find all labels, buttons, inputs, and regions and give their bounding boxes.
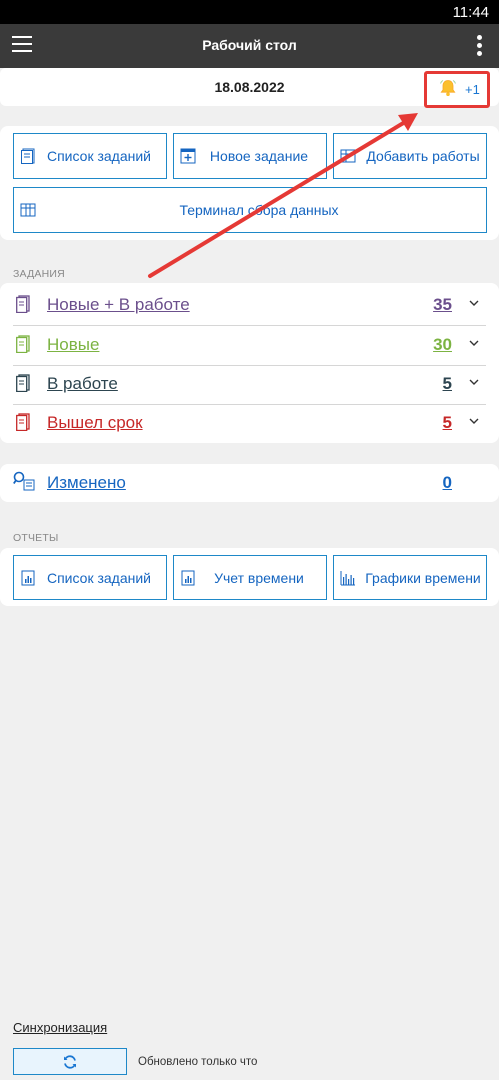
notification-count: +1 [465,82,480,97]
report-task-list-label: Список заданий [46,569,151,586]
task-row-label: Новые + В работе [47,295,190,314]
task-list-icon [21,148,35,164]
task-row-label: Вышел срок [47,413,143,432]
reports-section-label: ОТЧЕТЫ [13,532,59,544]
clock: 11:44 [452,4,489,21]
new-task-label: Новое задание [209,148,309,164]
changed-row[interactable]: Изменено 0 [13,464,486,502]
time-charts-label: Графики времени [365,569,481,586]
chevron-down-icon[interactable] [468,415,480,427]
changed-label: Изменено [47,473,126,492]
task-row-count: 35 [433,295,452,314]
more-vert-icon[interactable] [475,35,483,57]
task-row-count: 5 [442,413,452,432]
refresh-icon [64,1055,76,1069]
time-tracking-label: Учет времени [214,569,304,586]
report-chart-icon [181,570,195,585]
tasks-section-label: ЗАДАНИЯ [13,268,65,280]
data-terminal-label: Терминал сбора данных [179,202,339,218]
report-task-list-button[interactable]: Список заданий [13,555,167,600]
tasks-card: Новые + В работе 35 Новые 30 В работе 5 … [0,283,499,443]
task-row-new[interactable]: Новые 30 [13,326,486,364]
task-row-label: В работе [47,374,118,393]
task-row-count: 5 [442,374,452,393]
time-charts-button[interactable]: Графики времени [333,555,487,600]
add-work-button[interactable]: Добавить работы [333,133,487,179]
task-row-overdue[interactable]: Вышел срок 5 [13,404,486,442]
task-row-count: 30 [433,335,452,354]
task-row-in-progress[interactable]: В работе 5 [13,365,486,403]
bar-chart-icon [340,570,355,585]
chevron-down-icon[interactable] [468,337,480,349]
status-bar: 11:44 [0,0,499,24]
chevron-down-icon[interactable] [468,376,480,388]
task-list-label: Список заданий [46,148,151,164]
terminal-icon [20,203,36,217]
chevron-down-icon[interactable] [468,297,480,309]
document-icon [16,295,30,313]
document-icon [16,374,30,392]
document-icon [16,335,30,353]
sync-button[interactable] [13,1048,127,1075]
search-document-icon [13,471,35,491]
data-terminal-button[interactable]: Терминал сбора данных [13,187,487,233]
sync-link[interactable]: Синхронизация [13,1020,107,1035]
actions-card: Список заданий Новое задание Добавить ра… [0,126,499,240]
document-icon [16,413,30,431]
app-toolbar: Рабочий стол [0,24,499,68]
task-list-button[interactable]: Список заданий [13,133,167,179]
add-work-icon [340,149,356,163]
task-row-new-in-progress[interactable]: Новые + В работе 35 [13,286,486,324]
notifications-button[interactable]: +1 [424,71,490,108]
reports-card: Список заданий Учет времени Графики врем… [0,548,499,606]
changed-count: 0 [442,473,452,492]
sync-status: Обновлено только что [138,1056,258,1068]
bell-icon [440,79,456,96]
page-title: Рабочий стол [202,37,297,53]
changed-card: Изменено 0 [0,464,499,502]
task-row-label: Новые [47,335,100,354]
add-work-label: Добавить работы [366,148,480,164]
add-task-icon [180,148,196,164]
time-tracking-button[interactable]: Учет времени [173,555,327,600]
report-chart-icon [21,570,35,585]
new-task-button[interactable]: Новое задание [173,133,327,179]
